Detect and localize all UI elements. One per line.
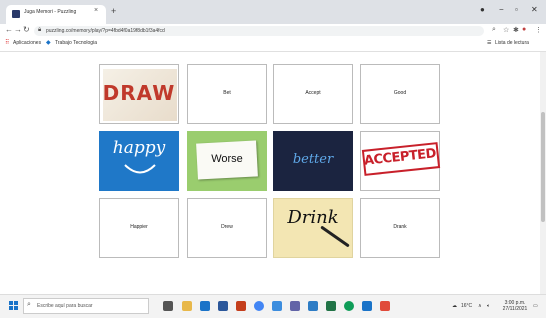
page-content: DRAW Bet Accept Good happy Worse better … [0, 52, 540, 294]
extensions-icon[interactable]: ✱ [513, 26, 519, 34]
url-bar[interactable]: 🔒︎ puzzling.co/memory/play/?p=4fbd4f0a19… [34, 26, 484, 36]
search-icon[interactable]: ⌕ [492, 26, 496, 34]
tray-chevron-icon[interactable]: ∧ [478, 303, 482, 309]
apps-icon[interactable]: ⠿ [5, 39, 9, 46]
volume-icon[interactable]: 🔈︎ [487, 303, 490, 309]
weather-temp[interactable]: 16°C [461, 303, 472, 309]
scrollbar-thumb[interactable] [541, 112, 545, 222]
card-label: Bet [223, 90, 231, 96]
memory-card[interactable]: ACCEPTED [360, 131, 441, 191]
app-icon[interactable] [308, 301, 318, 311]
menu-icon[interactable]: ⋮ [535, 26, 542, 34]
card-image-text: DRAW [102, 81, 176, 105]
card-image-text: happy [112, 138, 166, 158]
close-tab-icon[interactable]: × [94, 7, 98, 14]
browser-tab-bar: Juga Memori - Puzzling × + ● − ▫ ✕ [0, 0, 546, 24]
memory-card[interactable]: Drank [360, 198, 440, 258]
clock-date: 27/11/2021 [502, 306, 528, 312]
card-label: Drew [221, 224, 233, 230]
notifications-icon[interactable]: ▭ [533, 303, 538, 309]
bookmarks-bar: ⠿ Aplicaciones ◆ Trabajo Tecnologia ☰ Li… [0, 38, 546, 52]
reading-list-icon[interactable]: ☰ [487, 40, 491, 46]
app-icon[interactable] [344, 301, 354, 311]
word-icon[interactable] [218, 301, 228, 311]
memory-card[interactable]: Accept [273, 64, 353, 124]
pen-icon [320, 225, 350, 248]
card-label: Accept [305, 90, 321, 96]
search-placeholder: Escribe aquí para buscar [37, 303, 93, 309]
star-icon[interactable]: ☆ [503, 26, 509, 34]
new-tab-button[interactable]: + [111, 6, 116, 16]
teams-icon[interactable] [290, 301, 300, 311]
url-text: puzzling.co/memory/play/?p=4fbd4f0a19f8d… [46, 28, 165, 34]
clock[interactable]: 3:00 p.m. 27/11/2021 [500, 300, 530, 312]
close-window-icon[interactable]: ✕ [531, 5, 538, 14]
profile-avatar[interactable]: ● [522, 26, 526, 33]
memory-card[interactable]: Worse [187, 131, 267, 191]
favicon-icon [12, 10, 20, 18]
memory-card[interactable]: Bet [187, 64, 267, 124]
card-label: Happier [130, 224, 148, 230]
card-label: Drank [393, 224, 407, 230]
memory-card[interactable]: happy [99, 131, 179, 191]
card-image-text: Drink [287, 207, 339, 228]
smile-icon [124, 164, 156, 174]
card-image-text: Worse [211, 153, 243, 165]
card-label: Good [393, 90, 407, 96]
lock-icon: 🔒︎ [38, 27, 42, 33]
address-bar-row: ← → ↻ 🔒︎ puzzling.co/memory/play/?p=4fbd… [0, 24, 546, 38]
memory-card[interactable]: Happier [99, 198, 179, 258]
chrome-icon[interactable] [254, 301, 264, 311]
memory-card[interactable]: better [273, 131, 353, 191]
app-icon[interactable] [380, 301, 390, 311]
memory-card[interactable]: Drew [187, 198, 267, 258]
forward-icon[interactable]: → [14, 25, 22, 34]
minimize-icon[interactable]: − [499, 5, 504, 14]
app-icon[interactable] [362, 301, 372, 311]
excel-icon[interactable] [326, 301, 336, 311]
reading-list[interactable]: Lista de lectura [495, 40, 529, 46]
file-explorer-icon[interactable] [182, 301, 192, 311]
taskbar-search[interactable]: ⌕ Escribe aquí para buscar [23, 298, 149, 314]
bookmark-trabajo[interactable]: Trabajo Tecnologia [55, 40, 97, 46]
browser-tab[interactable]: Juga Memori - Puzzling × [6, 5, 106, 24]
search-icon: ⌕ [27, 301, 31, 308]
tab-title: Juga Memori - Puzzling [24, 9, 77, 15]
bookmark-icon: ◆ [46, 40, 51, 46]
weather-icon[interactable]: ☁ [452, 303, 457, 309]
back-icon[interactable]: ← [5, 25, 13, 34]
windows-taskbar: ⌕ Escribe aquí para buscar ☁ 16°C ∧ 🔈︎ 3… [0, 294, 546, 318]
memory-card[interactable]: DRAW [99, 64, 179, 124]
memory-card[interactable]: Drink [273, 198, 353, 258]
bookmark-aplicaciones[interactable]: Aplicaciones [13, 40, 41, 46]
memory-card[interactable]: Good [360, 64, 440, 124]
reload-icon[interactable]: ↻ [23, 25, 30, 34]
windows-start-icon[interactable] [9, 301, 19, 311]
maximize-icon[interactable]: ▫ [515, 5, 518, 14]
mail-icon[interactable] [200, 301, 210, 311]
app-icon[interactable] [272, 301, 282, 311]
card-image-text: better [292, 152, 334, 167]
powerpoint-icon[interactable] [236, 301, 246, 311]
task-view-icon[interactable] [163, 301, 173, 311]
scrollbar[interactable] [540, 52, 546, 294]
account-circle-icon[interactable]: ● [480, 5, 485, 14]
